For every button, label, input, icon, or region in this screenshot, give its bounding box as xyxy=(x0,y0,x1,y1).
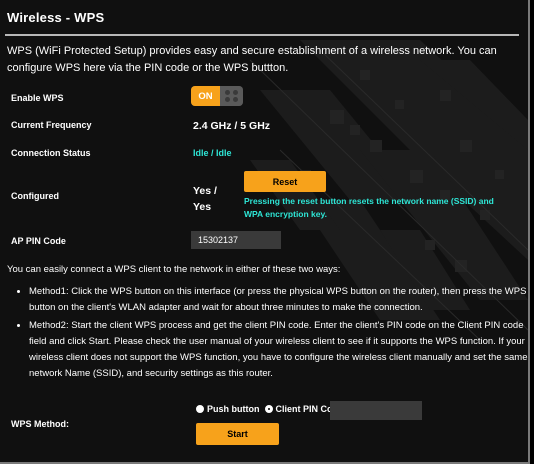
wps-method-options: Push button Client PIN Code xyxy=(196,404,343,414)
page-title: Wireless - WPS xyxy=(7,10,105,25)
client-pin-input[interactable] xyxy=(330,401,422,420)
start-button[interactable]: Start xyxy=(196,423,279,445)
methods-list: Method1: Click the WPS button on this in… xyxy=(7,284,528,384)
page-description: WPS (WiFi Protected Setup) provides easy… xyxy=(7,45,497,74)
method-1: Method1: Click the WPS button on this in… xyxy=(29,284,528,316)
reset-button[interactable]: Reset xyxy=(244,171,326,192)
connection-status-value: Idle / Idle xyxy=(193,148,232,158)
configured-value-line2: Yes xyxy=(193,201,212,213)
ap-pin-value: 15302137 xyxy=(191,231,281,249)
current-frequency-label: Current Frequency xyxy=(11,120,92,130)
push-button-radio[interactable] xyxy=(196,405,204,413)
configured-value-line1: Yes / xyxy=(193,185,217,197)
toggle-on-text: ON xyxy=(191,86,220,106)
toggle-knob-icon xyxy=(220,86,243,106)
reset-note: Pressing the reset button resets the net… xyxy=(244,196,494,219)
current-frequency-value: 2.4 GHz / 5 GHz xyxy=(193,120,271,132)
push-button-label: Push button xyxy=(207,404,260,414)
configured-label: Configured xyxy=(11,191,59,201)
ap-pin-label: AP PIN Code xyxy=(11,236,66,246)
title-divider xyxy=(5,34,519,36)
method-2: Method2: Start the client WPS process an… xyxy=(29,318,528,382)
configured-value: Yes / Yes xyxy=(193,183,217,215)
wps-panel: Wireless - WPS WPS (WiFi Protected Setup… xyxy=(0,0,530,464)
enable-wps-label: Enable WPS xyxy=(11,93,64,103)
connection-status-label: Connection Status xyxy=(11,148,91,158)
wps-method-label: WPS Method: xyxy=(11,419,69,429)
methods-intro: You can easily connect a WPS client to t… xyxy=(7,264,341,275)
client-pin-radio[interactable] xyxy=(264,405,273,413)
enable-wps-toggle[interactable]: ON xyxy=(191,86,243,106)
